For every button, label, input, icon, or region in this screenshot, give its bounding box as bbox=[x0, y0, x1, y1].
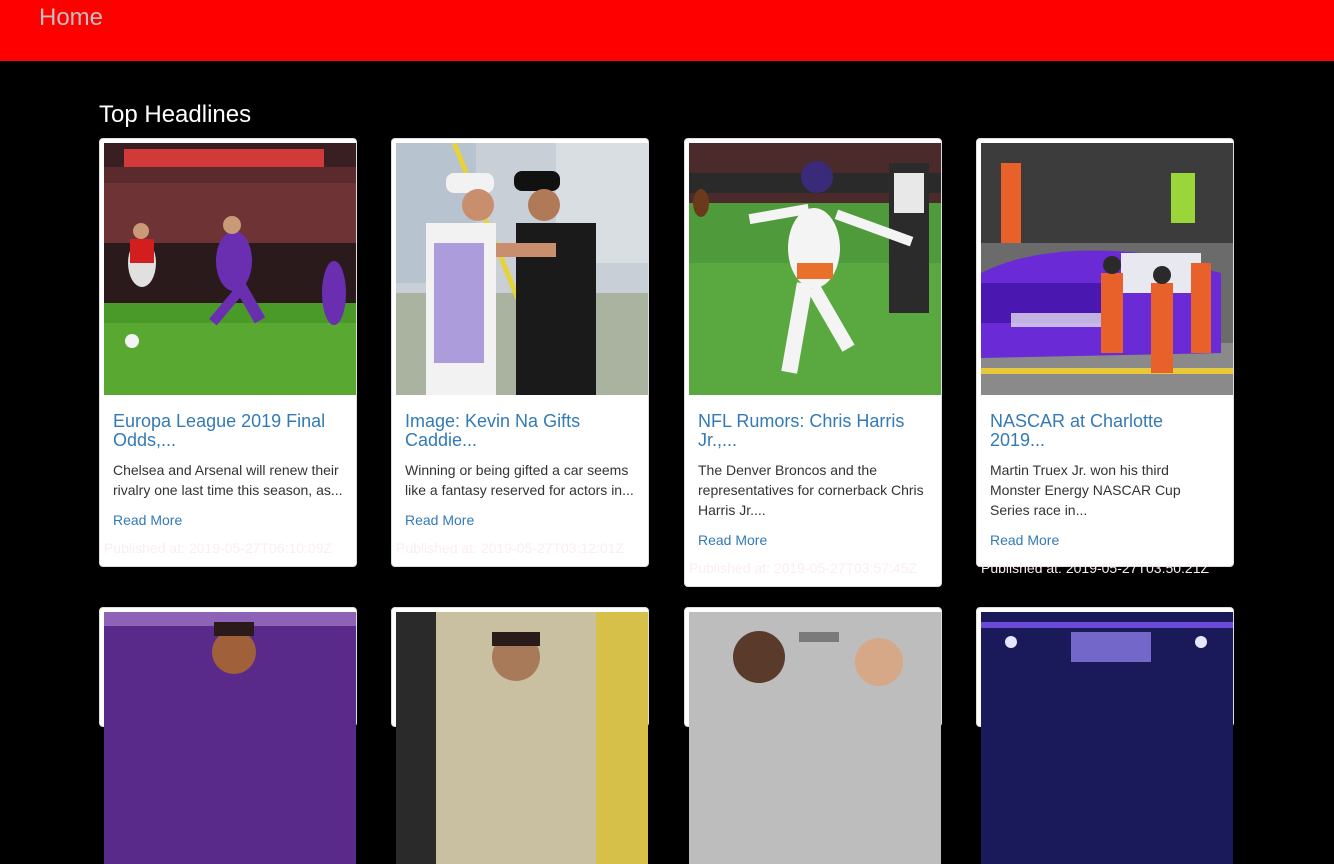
published-date: Published at: 2019-05-27T03:50:21Z bbox=[981, 560, 1210, 576]
article-title[interactable]: Image: Kevin Na Gifts Caddie... bbox=[405, 412, 635, 450]
read-more-link[interactable]: Read More bbox=[113, 510, 182, 530]
article-image-soccer-player[interactable] bbox=[396, 612, 648, 864]
article-image-men-event[interactable] bbox=[689, 612, 941, 864]
article-title[interactable]: NFL Rumors: Chris Harris Jr.,... bbox=[698, 412, 928, 450]
article-image-concert[interactable] bbox=[981, 612, 1233, 864]
article-description: The Denver Broncos and the representativ… bbox=[698, 462, 924, 518]
article-title[interactable]: NASCAR at Charlotte 2019... bbox=[990, 412, 1220, 450]
article-image-performer[interactable] bbox=[104, 612, 356, 864]
article-description: Martin Truex Jr. won his third Monster E… bbox=[990, 462, 1181, 518]
article-card bbox=[976, 607, 1234, 864]
article-image-football[interactable] bbox=[689, 143, 941, 395]
article-image-soccer[interactable] bbox=[104, 143, 356, 395]
navbar: Home bbox=[0, 0, 1334, 61]
article-card: Image: Kevin Na Gifts Caddie... Winning … bbox=[391, 138, 649, 567]
read-more-link[interactable]: Read More bbox=[405, 510, 474, 530]
published-date: Published at: 2019-05-27T03:12:01Z bbox=[396, 540, 625, 556]
article-description: Winning or being gifted a car seems like… bbox=[405, 462, 634, 498]
published-date: Published at: 2019-05-27T06:10:09Z bbox=[104, 540, 333, 556]
article-image-nascar[interactable] bbox=[981, 143, 1233, 395]
article-title[interactable]: Europa League 2019 Final Odds,... bbox=[113, 412, 343, 450]
article-card bbox=[99, 607, 357, 864]
article-card: NFL Rumors: Chris Harris Jr.,... The Den… bbox=[684, 138, 942, 587]
published-date: Published at: 2019-05-27T03:57:45Z bbox=[689, 560, 918, 576]
article-card bbox=[684, 607, 942, 864]
article-card bbox=[391, 607, 649, 864]
read-more-link[interactable]: Read More bbox=[990, 530, 1059, 550]
article-card: Europa League 2019 Final Odds,... Chelse… bbox=[99, 138, 357, 567]
nav-home-link[interactable]: Home bbox=[39, 4, 103, 32]
article-description: Chelsea and Arsenal will renew their riv… bbox=[113, 462, 343, 498]
article-image-golf[interactable] bbox=[396, 143, 648, 395]
section-title: Top Headlines bbox=[99, 101, 252, 128]
article-card: NASCAR at Charlotte 2019... Martin Truex… bbox=[976, 138, 1234, 576]
read-more-link[interactable]: Read More bbox=[698, 530, 767, 550]
